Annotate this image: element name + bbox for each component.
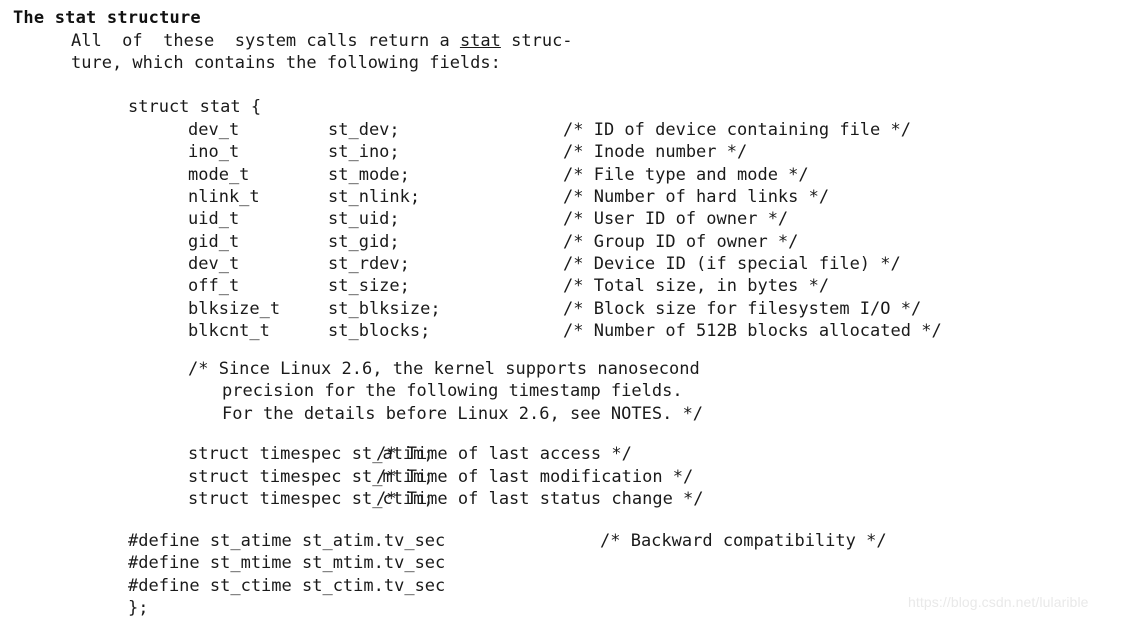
timespec-comment: /* Time of last access */: [376, 444, 632, 464]
field-comment: /* Inode number */: [563, 142, 748, 162]
define-comment: /* Backward compatibility */: [600, 531, 887, 551]
field-comment: /* ID of device containing file */: [563, 120, 911, 140]
struct-stat-code-block: struct stat { dev_t st_dev; /* ID of devic…: [0, 0, 1121, 622]
timespec-comment: /* Time of last modification */: [376, 467, 694, 487]
field-type: gid_t: [188, 232, 240, 252]
field-comment: /* Number of 512B blocks allocated */: [563, 321, 942, 341]
code-line-struct-close: };: [128, 598, 149, 618]
field-type: dev_t: [188, 120, 240, 140]
timespec-comment: /* Time of last status change */: [376, 489, 704, 509]
field-type: uid_t: [188, 209, 240, 229]
field-name: st_blksize;: [328, 299, 441, 319]
struct-field-row: dev_t st_rdev; /* Device ID (if special fi…: [188, 253, 901, 275]
field-type: ino_t: [188, 142, 240, 162]
struct-field-row: off_t st_size; /* Total size, in bytes */: [188, 275, 829, 297]
man-page-excerpt: The stat structure All of these system c…: [0, 0, 1121, 622]
nanosecond-note-line: /* Since Linux 2.6, the kernel supports …: [188, 359, 700, 379]
timespec-field-row: struct timespec st_atim;/* Time of last …: [188, 443, 632, 465]
define-row: #define st_mtime st_mtim.tv_sec: [128, 552, 600, 574]
timespec-field-row: struct timespec st_mtim;/* Time of last …: [188, 466, 693, 488]
struct-field-row: uid_t st_uid; /* User ID of owner */: [188, 208, 788, 230]
code-line-struct-open: struct stat {: [128, 97, 262, 117]
field-name: st_mode;: [328, 165, 410, 185]
struct-field-row: mode_t st_mode; /* File type and mode */: [188, 164, 809, 186]
struct-field-row: dev_t st_dev; /* ID of device containing f…: [188, 119, 911, 141]
define-row: #define st_atime st_atim.tv_sec /* Backwa…: [128, 530, 887, 552]
field-name: st_blocks;: [328, 321, 431, 341]
field-comment: /* Device ID (if special file) */: [563, 254, 901, 274]
field-name: st_dev;: [328, 120, 400, 140]
field-comment: /* User ID of owner */: [563, 209, 789, 229]
field-comment: /* Group ID of owner */: [563, 232, 799, 252]
define-text: #define st_mtime st_mtim.tv_sec: [128, 553, 446, 573]
field-name: st_uid;: [328, 209, 400, 229]
field-name: st_size;: [328, 276, 410, 296]
field-type: dev_t: [188, 254, 240, 274]
field-name: st_rdev;: [328, 254, 410, 274]
field-comment: /* Total size, in bytes */: [563, 276, 830, 296]
blog-watermark: https://blog.csdn.net/lularible: [908, 594, 1089, 610]
struct-field-row: nlink_t st_nlink; /* Number of hard links …: [188, 186, 829, 208]
define-text: #define st_atime st_atim.tv_sec: [128, 531, 446, 551]
define-row: #define st_ctime st_ctim.tv_sec: [128, 575, 600, 597]
field-name: st_gid;: [328, 232, 400, 252]
field-type: blksize_t: [188, 299, 281, 319]
define-text: #define st_ctime st_ctim.tv_sec: [128, 576, 446, 596]
field-name: st_ino;: [328, 142, 400, 162]
struct-field-row: gid_t st_gid; /* Group ID of owner */: [188, 231, 798, 253]
field-type: blkcnt_t: [188, 321, 270, 341]
field-type: off_t: [188, 276, 240, 296]
timespec-decl: struct timespec st_mtim;: [188, 467, 434, 487]
field-type: nlink_t: [188, 187, 260, 207]
field-comment: /* File type and mode */: [563, 165, 809, 185]
struct-field-row: blkcnt_t st_blocks; /* Number of 512B bloc…: [188, 320, 942, 342]
timespec-decl: struct timespec st_ctim;: [188, 489, 434, 509]
nanosecond-note-line: For the details before Linux 2.6, see NO…: [222, 404, 704, 424]
field-name: st_nlink;: [328, 187, 421, 207]
timespec-field-row: struct timespec st_ctim;/* Time of last …: [188, 488, 704, 510]
nanosecond-note-line: precision for the following timestamp fi…: [222, 381, 683, 401]
field-comment: /* Block size for filesystem I/O */: [563, 299, 922, 319]
struct-field-row: ino_t st_ino; /* Inode number */: [188, 141, 747, 163]
field-type: mode_t: [188, 165, 250, 185]
timespec-decl: struct timespec st_atim;: [188, 444, 434, 464]
field-comment: /* Number of hard links */: [563, 187, 830, 207]
struct-field-row: blksize_t st_blksize; /* Block size for fi…: [188, 298, 921, 320]
